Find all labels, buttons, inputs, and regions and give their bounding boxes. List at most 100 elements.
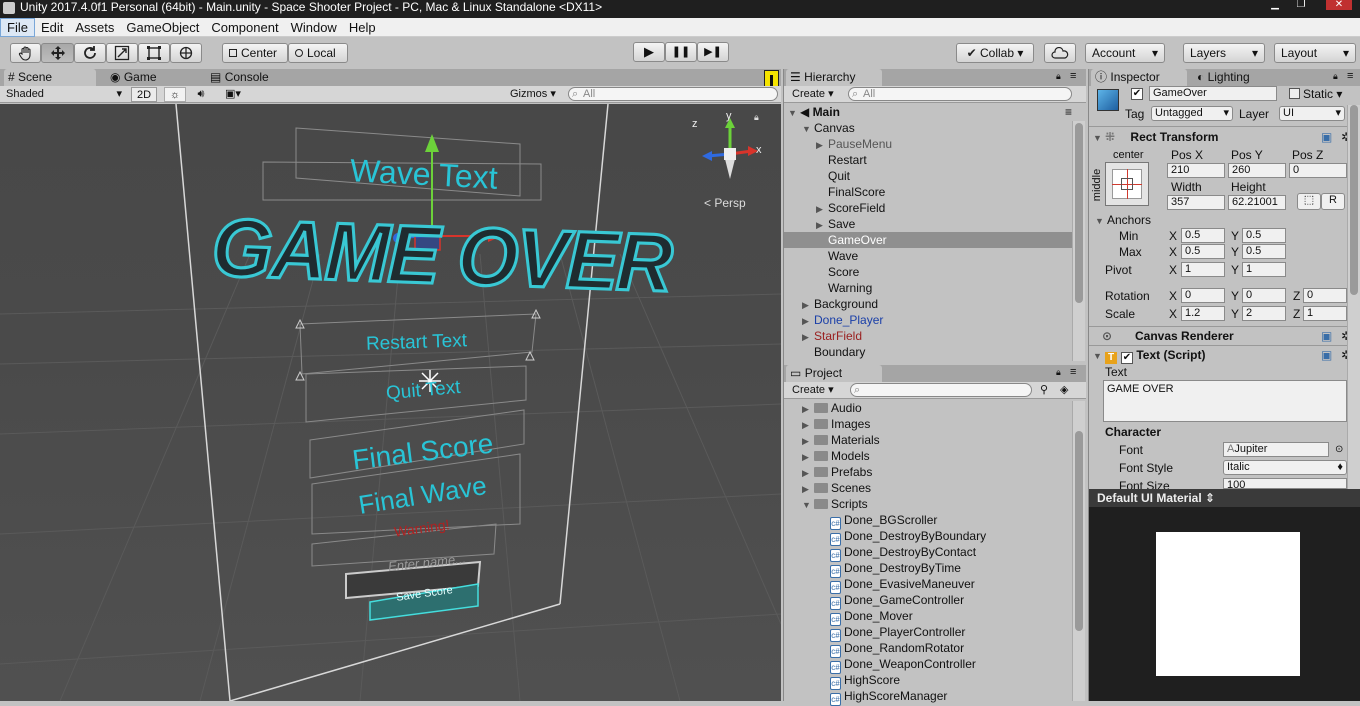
scene-viewport[interactable]: Wave Text GAME OVER Restart Text Quit Te… — [0, 104, 781, 701]
scene-search-input[interactable]: ⌕ All — [568, 87, 778, 101]
expand-arrow-icon[interactable]: ▶ — [802, 449, 814, 465]
close-icon[interactable]: ✕ — [1326, 0, 1352, 10]
expand-arrow-icon[interactable]: ▼ — [802, 497, 814, 513]
hierarchy-item[interactable]: Warning — [784, 280, 1072, 296]
scale-y-field[interactable]: 2 — [1242, 306, 1286, 321]
text-script-header[interactable]: ▼T✔ Text (Script)▣✲ — [1093, 346, 1357, 364]
layers-dropdown[interactable]: Layers ▾ — [1183, 43, 1265, 63]
hierarchy-scrollbar[interactable] — [1072, 121, 1085, 361]
anchor-max-x-field[interactable]: 0.5 — [1181, 244, 1225, 259]
project-script-item[interactable]: c# HighScoreManager — [830, 688, 947, 706]
perspective-toggle[interactable]: < Persp — [704, 196, 746, 210]
menu-assets[interactable]: Assets — [69, 19, 120, 36]
scrollbar-thumb[interactable] — [1350, 105, 1358, 295]
blueprint-mode-button[interactable]: ⬚ — [1297, 193, 1321, 210]
object-name-field[interactable]: GameOver — [1149, 86, 1277, 101]
2d-toggle[interactable]: 2D — [131, 87, 157, 102]
hierarchy-item[interactable]: Restart — [784, 152, 1072, 168]
project-script-item[interactable]: c# Done_EvasiveManeuver — [830, 576, 975, 594]
project-script-item[interactable]: c# HighScore — [830, 672, 900, 690]
pivot-x-field[interactable]: 1 — [1181, 262, 1225, 277]
hierarchy-item[interactable]: ▼ Canvas — [784, 120, 1072, 136]
rotation-y-field[interactable]: 0 — [1242, 288, 1286, 303]
expand-arrow-icon[interactable]: ▶ — [802, 417, 814, 433]
project-create-dropdown[interactable]: Create ▾ — [792, 383, 842, 398]
hierarchy-item[interactable]: GameOver — [784, 232, 1072, 248]
rect-tool-button[interactable] — [138, 43, 170, 63]
pos-y-field[interactable]: 260 — [1228, 163, 1286, 178]
scrollbar-thumb[interactable] — [1075, 123, 1083, 303]
lighting-toggle-icon[interactable]: ☼ — [164, 87, 186, 102]
rotate-tool-button[interactable] — [74, 43, 106, 63]
layout-dropdown[interactable]: Layout ▾ — [1274, 43, 1356, 63]
tab-hierarchy[interactable]: ☰ Hierarchy — [786, 69, 882, 86]
pivot-local-toggle[interactable]: Local — [288, 43, 348, 63]
object-picker-icon[interactable]: ⊙ — [1335, 442, 1343, 458]
rotation-x-field[interactable]: 0 — [1181, 288, 1225, 303]
expand-arrow-icon[interactable]: ▶ — [802, 401, 814, 417]
project-script-item[interactable]: c# Done_GameController — [830, 592, 964, 610]
inspector-scrollbar[interactable] — [1347, 105, 1360, 489]
static-dropdown[interactable]: Static ▾ — [1303, 86, 1342, 102]
shading-mode-dropdown[interactable]: Shaded ▾ — [6, 87, 124, 102]
collab-button[interactable]: ✔ Collab ▾ — [956, 43, 1034, 63]
effects-dropdown-icon[interactable]: ▣▾ — [218, 87, 248, 102]
expand-arrow-icon[interactable]: ▶ — [816, 217, 828, 233]
tab-console[interactable]: ▤ Console — [206, 69, 306, 86]
expand-arrow-icon[interactable]: ▶ — [802, 465, 814, 481]
lock-icon[interactable]: 🔒︎ — [1333, 71, 1338, 82]
hierarchy-item[interactable]: ▶ StarField — [784, 328, 1072, 344]
project-folder-item[interactable]: ▶ Audio — [802, 400, 862, 416]
hierarchy-item[interactable]: ▶ PauseMenu — [784, 136, 1072, 152]
hierarchy-item[interactable]: ▶ Background — [784, 296, 1072, 312]
project-script-item[interactable]: c# Done_DestroyByTime — [830, 560, 961, 578]
scale-tool-button[interactable] — [106, 43, 138, 63]
static-checkbox[interactable] — [1289, 88, 1300, 99]
project-scrollbar[interactable] — [1072, 401, 1085, 701]
cloud-button[interactable] — [1044, 43, 1076, 63]
font-size-field[interactable]: 100 — [1223, 478, 1347, 489]
hierarchy-item[interactable]: ▶ Done_Player — [784, 312, 1072, 328]
scene-root[interactable]: ▼ ◀ Main ≡ — [788, 104, 1072, 120]
menu-gameobject[interactable]: GameObject — [120, 19, 205, 36]
rotation-z-field[interactable]: 0 — [1303, 288, 1347, 303]
expand-arrow-icon[interactable]: ▶ — [802, 481, 814, 497]
expand-arrow-icon[interactable]: ▶ — [802, 313, 814, 329]
audio-toggle-icon[interactable]: 🔊︎ — [190, 87, 212, 102]
menu-file[interactable]: File — [0, 18, 35, 37]
project-script-item[interactable]: c# Done_WeaponController — [830, 656, 976, 674]
hierarchy-item[interactable]: Quit — [784, 168, 1072, 184]
lock-icon[interactable]: 🔒︎ — [754, 112, 764, 122]
tab-project[interactable]: ▭ Project — [786, 365, 882, 382]
project-script-item[interactable]: c# Done_DestroyByBoundary — [830, 528, 986, 546]
menu-help[interactable]: Help — [343, 19, 382, 36]
gizmos-dropdown[interactable]: Gizmos ▾ — [510, 87, 562, 102]
project-script-item[interactable]: c# Done_RandomRotator — [830, 640, 964, 658]
scale-x-field[interactable]: 1.2 — [1181, 306, 1225, 321]
menu-edit[interactable]: Edit — [35, 19, 69, 36]
project-script-item[interactable]: c# Done_DestroyByContact — [830, 544, 976, 562]
help-icon[interactable]: ▣ — [1321, 128, 1332, 146]
hierarchy-item[interactable]: ▶ ScoreField — [784, 200, 1072, 216]
project-script-item[interactable]: c# Done_PlayerController — [830, 624, 965, 642]
menu-component[interactable]: Component — [205, 19, 284, 36]
project-folder-item[interactable]: ▶ Models — [802, 448, 870, 464]
tab-scene[interactable]: # Scene — [4, 69, 96, 86]
project-folder-item[interactable]: ▶ Scenes — [802, 480, 871, 496]
filter-by-type-icon[interactable]: ⚲ — [1040, 383, 1056, 398]
expand-arrow-icon[interactable]: ▼ — [802, 121, 814, 137]
font-object-field[interactable]: AJupiter — [1223, 442, 1329, 457]
width-field[interactable]: 357 — [1167, 195, 1225, 210]
anchors-foldout[interactable]: ▼ Anchors — [1095, 212, 1151, 229]
panel-menu-icon[interactable]: ≡ — [1347, 70, 1353, 82]
hierarchy-search-input[interactable]: ⌕ All — [848, 87, 1072, 101]
panel-menu-icon[interactable]: ≡ — [1070, 366, 1076, 378]
hierarchy-item[interactable]: Wave — [784, 248, 1072, 264]
menu-window[interactable]: Window — [285, 19, 343, 36]
material-preview-header[interactable]: Default UI Material ⇕ — [1089, 489, 1360, 507]
anchor-preset-button[interactable] — [1105, 162, 1149, 206]
height-field[interactable]: 62.21001 — [1228, 195, 1286, 210]
project-folder-item[interactable]: ▶ Prefabs — [802, 464, 872, 480]
pivot-center-toggle[interactable]: Center — [222, 43, 288, 63]
scale-z-field[interactable]: 1 — [1303, 306, 1347, 321]
